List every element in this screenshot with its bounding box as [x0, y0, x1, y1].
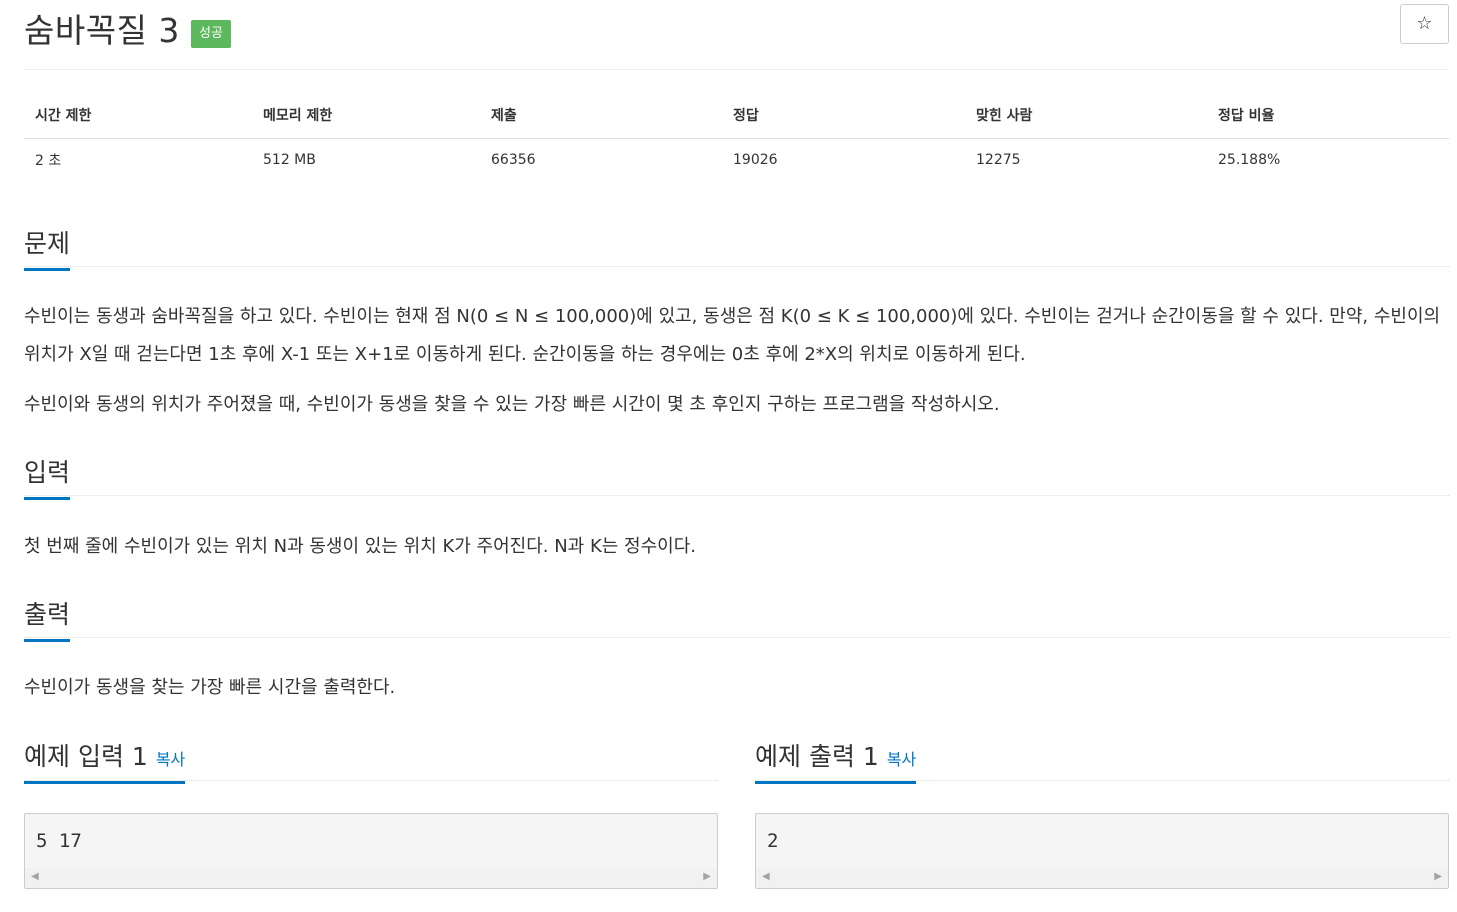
- header-solved-users: 맞힌 사람: [965, 92, 1207, 139]
- sample-output-heading-text: 예제 출력 1: [755, 742, 879, 771]
- description-paragraph-2: 수빈이와 동생의 위치가 주어졌을 때, 수빈이가 동생을 찾을 수 있는 가장…: [24, 394, 1000, 415]
- copy-sample-output-button[interactable]: 복사: [887, 750, 916, 769]
- input-description: 첫 번째 줄에 수빈이가 있는 위치 N과 동생이 있는 위치 K가 주어진다.…: [24, 536, 697, 557]
- value-time-limit: 2 초: [35, 153, 62, 170]
- sample-input-heading-text: 예제 입력 1: [24, 742, 148, 771]
- sample-input-value: 5 17: [36, 830, 82, 852]
- value-submissions: 66356: [491, 152, 536, 169]
- input-heading-rule: [24, 495, 1449, 496]
- output-heading: 출력: [24, 595, 71, 642]
- sample-output-box[interactable]: 2 ◀ ▶: [755, 813, 1449, 889]
- sample-output-section-heading: 예제 출력 1 복사: [755, 737, 1449, 784]
- sample-input-section-heading: 예제 입력 1 복사: [24, 737, 718, 784]
- scroll-right-arrow-icon[interactable]: ▶: [703, 871, 711, 882]
- info-header-row: 시간 제한 메모리 제한 제출 정답 맞힌 사람 정답 비율: [24, 92, 1449, 139]
- value-accept-ratio: 25.188%: [1218, 152, 1281, 169]
- description-heading: 문제: [24, 224, 71, 271]
- sample-input-scrollbar[interactable]: ◀ ▶: [25, 868, 717, 888]
- header-accept-ratio: 정답 비율: [1207, 92, 1449, 139]
- sample-input-heading: 예제 입력 1 복사: [24, 737, 186, 784]
- title-divider: [24, 69, 1449, 70]
- header-memory-limit: 메모리 제한: [252, 92, 480, 139]
- favorite-button[interactable]: ☆: [1400, 4, 1449, 44]
- star-icon: ☆: [1416, 13, 1433, 34]
- info-value-row: 2 초 512 MB 66356 19026 12275 25.188%: [24, 138, 1449, 182]
- sample-input-box[interactable]: 5 17 ◀ ▶: [24, 813, 718, 889]
- title-row: 숨바꼭질 3 성공 ☆: [24, 4, 1449, 50]
- scroll-left-arrow-icon[interactable]: ◀: [31, 871, 39, 882]
- header-submissions: 제출: [480, 92, 722, 139]
- output-section-heading: 출력: [24, 595, 1449, 642]
- problem-info-table: 시간 제한 메모리 제한 제출 정답 맞힌 사람 정답 비율 2 초 512 M…: [24, 92, 1449, 182]
- sample-output-scrollbar[interactable]: ◀ ▶: [756, 868, 1448, 888]
- output-description: 수빈이가 동생을 찾는 가장 빠른 시간을 출력한다.: [24, 677, 396, 698]
- sample-output-value: 2: [767, 830, 779, 852]
- description-section-heading: 문제: [24, 224, 1449, 271]
- description-paragraph-1: 수빈이는 동생과 숨바꼭질을 하고 있다. 수빈이는 현재 점 N(0 ≤ N …: [24, 306, 1441, 365]
- description-heading-rule: [24, 266, 1449, 267]
- input-heading: 입력: [24, 453, 71, 500]
- scroll-left-arrow-icon[interactable]: ◀: [762, 871, 770, 882]
- copy-sample-input-button[interactable]: 복사: [156, 750, 185, 769]
- value-memory-limit: 512 MB: [263, 152, 316, 169]
- input-section-heading: 입력: [24, 453, 1449, 500]
- sample-output-heading: 예제 출력 1 복사: [755, 737, 917, 784]
- scroll-right-arrow-icon[interactable]: ▶: [1434, 871, 1442, 882]
- page-title: 숨바꼭질 3: [24, 11, 180, 50]
- value-accepted: 19026: [733, 152, 778, 169]
- header-accepted: 정답: [722, 92, 965, 139]
- header-time-limit: 시간 제한: [24, 92, 252, 139]
- status-badge: 성공: [191, 20, 231, 48]
- value-solved-users: 12275: [976, 152, 1021, 169]
- output-heading-rule: [24, 637, 1449, 638]
